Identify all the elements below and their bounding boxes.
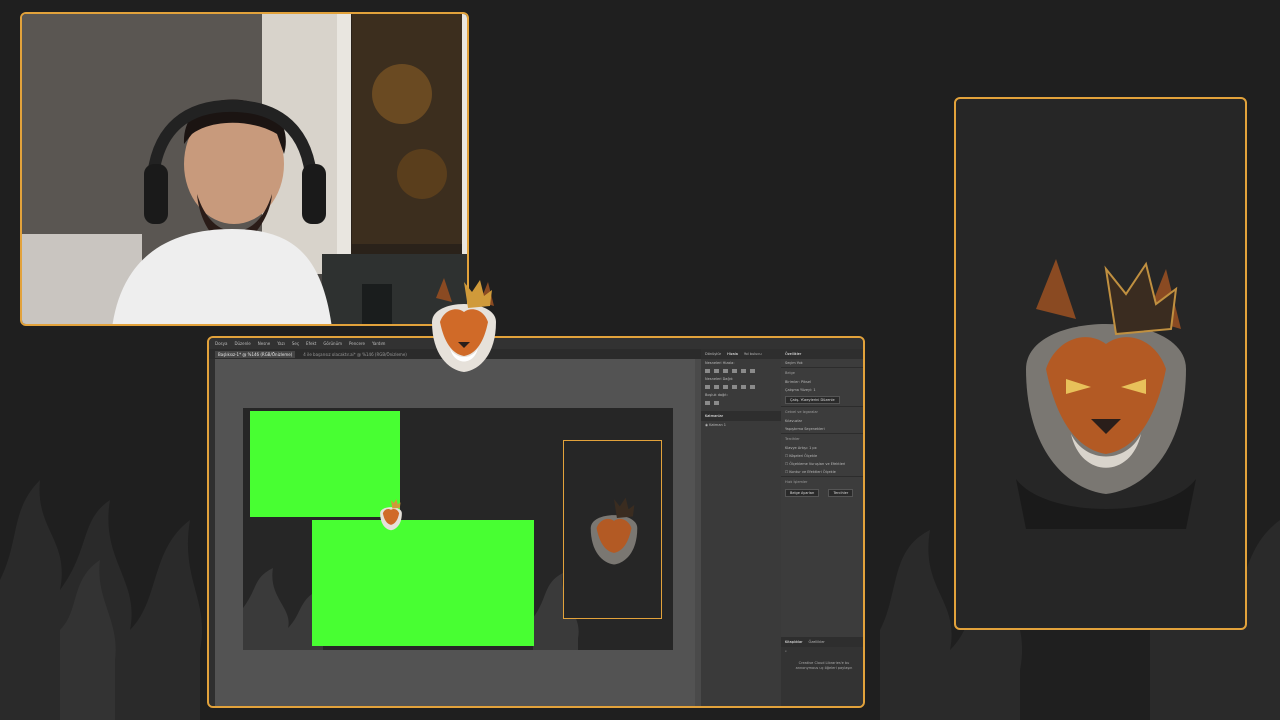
lynx-king-badge-icon bbox=[432, 278, 496, 372]
libraries-tabs: Kitaplıklar Özellikler bbox=[781, 637, 863, 647]
units-select[interactable]: Piksel bbox=[801, 380, 811, 384]
option-checkbox[interactable]: ☐ Köşeleri Ölçekle bbox=[781, 452, 863, 460]
tab-properties[interactable]: Özellikler bbox=[785, 352, 801, 356]
guides-label: Kılavuzlar bbox=[785, 419, 803, 423]
document-tab[interactable]: 4 ile başarısız olacaktır.ai* @ %146 (RG… bbox=[303, 352, 407, 357]
menu-item[interactable]: Nesne bbox=[258, 341, 271, 346]
section-label: Boşluk dağıt: bbox=[705, 393, 728, 397]
artboard-label: Çalışma Yüzeyi bbox=[785, 388, 812, 392]
option-label: Kontur ve Efektleri Ölçekle bbox=[789, 470, 836, 474]
edit-artboards-button[interactable]: Çalış. Yüzeylerini Düzenle bbox=[785, 396, 840, 404]
lynx-king-mascot-icon bbox=[1016, 259, 1196, 529]
preferences-button[interactable]: Tercihler bbox=[828, 489, 854, 497]
option-label: Ölçekleme Vuruşları ve Efektleri bbox=[789, 462, 846, 466]
spacing-icons[interactable] bbox=[701, 399, 781, 407]
tab-align[interactable]: Hizala bbox=[727, 352, 738, 356]
layers-header: Katmanlar bbox=[701, 411, 781, 421]
libraries-panel: Kitaplıklar Özellikler ⌕ Creative Cloud … bbox=[781, 637, 863, 706]
artboard-select[interactable]: 1 bbox=[813, 388, 815, 392]
tab-properties-2[interactable]: Özellikler bbox=[809, 640, 825, 644]
units-label: Birimler bbox=[785, 380, 799, 384]
menu-item[interactable]: Görünüm bbox=[323, 341, 342, 346]
menu-item[interactable]: Dosya bbox=[215, 341, 227, 346]
lynx-small-icon bbox=[380, 499, 402, 531]
properties-panel: Özellikler Seçim Yok Belge Birimler: Pik… bbox=[781, 349, 863, 706]
keyboard-increment-row[interactable]: Klavye Artışı: 1 px bbox=[781, 444, 863, 452]
selection-label: Seçim Yok bbox=[785, 361, 803, 365]
snap-label: Yapıştırma Seçenekleri bbox=[785, 427, 825, 431]
option-label: Köşeleri Ölçekle bbox=[789, 454, 818, 458]
tab-libraries[interactable]: Kitaplıklar bbox=[785, 640, 803, 644]
rulers-label: Cetvel ve Izgaralar bbox=[781, 406, 863, 417]
preferences-label: Tercihler bbox=[781, 433, 863, 444]
search-icon[interactable]: ⌕ bbox=[781, 647, 863, 655]
option-checkbox[interactable]: ☐ Ölçekleme Vuruşları ve Efektleri bbox=[781, 460, 863, 468]
tab-layers[interactable]: Katmanlar bbox=[705, 414, 723, 418]
menu-item[interactable]: Yardım bbox=[372, 341, 385, 346]
menu-item[interactable]: Pencere bbox=[349, 341, 365, 346]
section-label: Nesneleri Dağıt: bbox=[705, 377, 734, 381]
webcam-feed bbox=[20, 12, 469, 326]
menu-item[interactable]: Seç bbox=[292, 341, 299, 346]
artboard-vertical-panel[interactable] bbox=[563, 440, 662, 619]
document-setup-button[interactable]: Belge Ayarları bbox=[785, 489, 820, 497]
option-checkbox[interactable]: ☐ Kontur ve Efektleri Ölçekle bbox=[781, 468, 863, 476]
lynx-mini-icon bbox=[590, 497, 638, 565]
canvas-area[interactable] bbox=[215, 359, 695, 706]
quick-actions-label: Hızlı İşlemler bbox=[781, 476, 863, 487]
tab-transform[interactable]: Dönüştür bbox=[705, 352, 721, 356]
artboard[interactable] bbox=[243, 408, 673, 650]
greenscreen-game-placeholder[interactable] bbox=[312, 520, 534, 646]
keyboard-label: Klavye Artışı bbox=[785, 446, 807, 450]
properties-header: Özellikler bbox=[781, 349, 863, 359]
menu-item[interactable]: Düzenle bbox=[234, 341, 250, 346]
menu-item[interactable]: Efekt bbox=[306, 341, 316, 346]
units-row[interactable]: Birimler: Piksel bbox=[781, 378, 863, 386]
creative-cloud-message: Creative Cloud Libraries'e bu annonymous… bbox=[795, 661, 853, 670]
panel-tabs: Dönüştür Hizala Yol bulucu bbox=[701, 349, 781, 359]
vertical-panel bbox=[954, 97, 1247, 630]
document-label: Belge bbox=[781, 367, 863, 378]
menu-item[interactable]: Yazı bbox=[277, 341, 285, 346]
distribute-icons[interactable] bbox=[701, 383, 781, 391]
webcam-scene bbox=[22, 14, 467, 324]
tab-pathfinder[interactable]: Yol bulucu bbox=[744, 352, 762, 356]
layer-name: Katman 1 bbox=[709, 423, 727, 427]
align-layers-panel: Dönüştür Hizala Yol bulucu Nesneleri Hiz… bbox=[701, 349, 781, 706]
illustrator-window: Dosya Düzenle Nesne Yazı Seç Efekt Görün… bbox=[207, 336, 865, 708]
menu-bar: Dosya Düzenle Nesne Yazı Seç Efekt Görün… bbox=[209, 338, 863, 349]
artboard-row[interactable]: Çalışma Yüzeyi: 1 bbox=[781, 386, 863, 394]
align-icons[interactable] bbox=[701, 367, 781, 375]
layer-row[interactable]: ◉ Katman 1 bbox=[701, 421, 781, 429]
document-tab-active[interactable]: Başlıksız-1* @ %146 (RGB/Önizleme) bbox=[215, 350, 296, 358]
keyboard-input[interactable]: 1 px bbox=[809, 446, 817, 450]
section-label: Nesneleri Hizala: bbox=[705, 361, 735, 365]
